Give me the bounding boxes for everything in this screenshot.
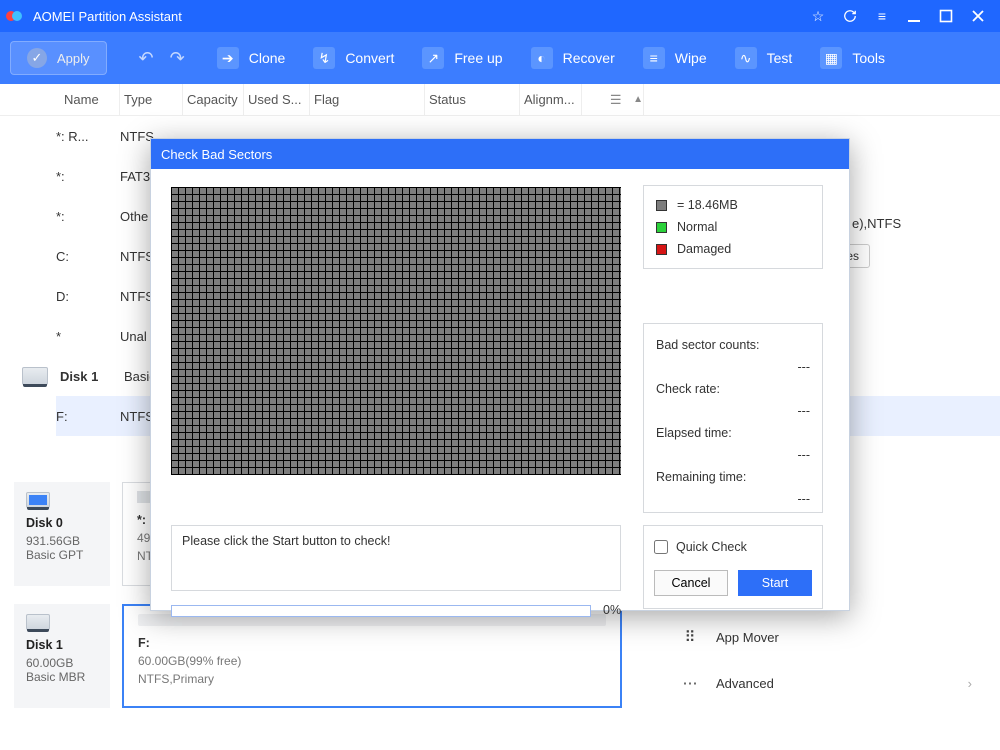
dialog-title: Check Bad Sectors	[151, 139, 849, 169]
col-status[interactable]: Status	[425, 84, 520, 115]
legend-swatch-normal	[656, 222, 667, 233]
star-icon[interactable]: ☆	[802, 0, 834, 32]
col-flag[interactable]: Flag	[310, 84, 425, 115]
toolbar-freeup[interactable]: ↗Free up	[422, 47, 502, 69]
list-view-icon[interactable]: ☰	[610, 92, 622, 108]
apply-label: Apply	[57, 51, 90, 66]
disk-card[interactable]: Disk 0 931.56GB Basic GPT	[14, 482, 110, 586]
check-icon: ✓	[27, 48, 47, 68]
elapsed-value: ---	[656, 448, 810, 462]
check-rate-value: ---	[656, 404, 810, 418]
col-name[interactable]: Name	[60, 84, 120, 115]
legend-swatch-block	[656, 200, 667, 211]
legend-box: = 18.46MB Normal Damaged	[643, 185, 823, 269]
app-mover-item[interactable]: ⠿ App Mover	[672, 612, 787, 662]
toolbar-tools[interactable]: ▦Tools	[820, 47, 885, 69]
minimize-button[interactable]	[898, 0, 930, 32]
bad-sector-label: Bad sector counts:	[656, 338, 810, 352]
progress-percent: 0%	[603, 603, 621, 617]
check-bad-sectors-dialog: Check Bad Sectors = 18.46MB Normal Damag…	[150, 138, 850, 611]
redo-icon[interactable]: ↷	[170, 48, 185, 69]
undo-icon[interactable]: ↶	[139, 48, 154, 69]
column-header: Name Type Capacity Used S... Flag Status…	[0, 84, 1000, 116]
apply-button[interactable]: ✓ Apply	[10, 41, 107, 75]
log-box: Please click the Start button to check!	[171, 525, 621, 591]
tools-icon: ▦	[820, 47, 842, 69]
grid-icon: ⠿	[680, 628, 700, 646]
disk-icon	[26, 492, 50, 508]
cancel-button[interactable]: Cancel	[654, 570, 728, 596]
refresh-icon[interactable]	[834, 0, 866, 32]
sector-grid	[171, 187, 621, 475]
freeup-icon: ↗	[422, 47, 444, 69]
remaining-label: Remaining time:	[656, 470, 810, 484]
chevron-right-icon: ›	[968, 676, 972, 691]
test-icon: ∿	[735, 47, 757, 69]
disk-icon	[22, 367, 48, 385]
toolbar-test[interactable]: ∿Test	[735, 47, 793, 69]
scroll-up-icon[interactable]: ▲	[633, 94, 643, 105]
quick-check-checkbox[interactable]: Quick Check	[654, 540, 812, 554]
maximize-button[interactable]	[930, 0, 962, 32]
progress-bar	[171, 605, 591, 617]
action-box: Quick Check Cancel Start	[643, 525, 823, 609]
toolbar-wipe[interactable]: ≡Wipe	[643, 47, 707, 69]
toolbar-convert[interactable]: ↯Convert	[313, 47, 394, 69]
stats-box: Bad sector counts: --- Check rate: --- E…	[643, 323, 823, 513]
toolbar-recover[interactable]: ◐Recover	[531, 47, 615, 69]
fs-label-partial: e),NTFS	[852, 216, 901, 231]
disk-card[interactable]: Disk 1 60.00GB Basic MBR	[14, 604, 110, 708]
col-type[interactable]: Type	[120, 84, 183, 115]
bad-sector-value: ---	[656, 360, 810, 374]
check-rate-label: Check rate:	[656, 382, 810, 396]
clone-icon: ➔	[217, 47, 239, 69]
disk-icon	[26, 614, 50, 630]
title-bar: AOMEI Partition Assistant ☆ ≡	[0, 0, 1000, 32]
disk-cards: Disk 0 931.56GB Basic GPT Disk 1 60.00GB…	[14, 482, 110, 726]
partition-card-selected[interactable]: F: 60.00GB(99% free) NTFS,Primary	[122, 604, 622, 708]
remaining-value: ---	[656, 492, 810, 506]
col-used[interactable]: Used S...	[244, 84, 310, 115]
app-logo-icon	[6, 8, 22, 24]
app-title: AOMEI Partition Assistant	[33, 9, 802, 24]
wipe-icon: ≡	[643, 47, 665, 69]
start-button[interactable]: Start	[738, 570, 812, 596]
quick-check-input[interactable]	[654, 540, 668, 554]
convert-icon: ↯	[313, 47, 335, 69]
elapsed-label: Elapsed time:	[656, 426, 810, 440]
col-capacity[interactable]: Capacity	[183, 84, 244, 115]
menu-icon[interactable]: ≡	[866, 0, 898, 32]
advanced-item[interactable]: ⋯Advanced ›	[672, 658, 982, 708]
toolbar-clone[interactable]: ➔Clone	[217, 47, 286, 69]
legend-swatch-damaged	[656, 244, 667, 255]
more-icon: ⋯	[680, 674, 700, 692]
main-toolbar: ✓ Apply ↶ ↷ ➔Clone ↯Convert ↗Free up ◐Re…	[0, 32, 1000, 84]
recover-icon: ◐	[531, 47, 553, 69]
col-alignment[interactable]: Alignm...	[520, 84, 582, 115]
close-button[interactable]	[962, 0, 994, 32]
